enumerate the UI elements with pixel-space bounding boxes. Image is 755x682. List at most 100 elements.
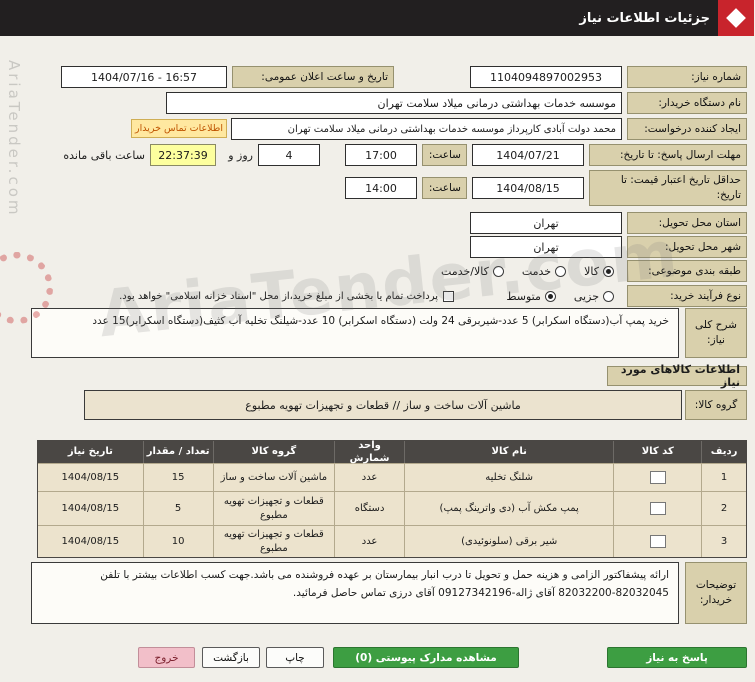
cell-row-number: 3 (702, 526, 747, 557)
radio-option-goods[interactable]: کالا (585, 265, 615, 278)
reply-deadline-label: مهلت ارسال پاسخ: تا تاریخ: (590, 144, 748, 166)
days-remaining-field: 4 (259, 144, 321, 166)
cell-item-code (614, 492, 702, 525)
purchase-process-options: جزیی متوسط (507, 285, 615, 307)
reply-deadline-time-label: ساعت: (423, 144, 468, 166)
radio-icon[interactable] (545, 290, 557, 302)
announce-datetime-label: تاریخ و ساعت اعلان عمومی: (233, 66, 395, 88)
request-creator-field[interactable]: محمد دولت آبادی کارپرداز موسسه خدمات بهد… (232, 118, 623, 140)
title-bar: جزئیات اطلاعات نیاز (0, 0, 755, 36)
exit-button[interactable]: خروج (139, 647, 196, 668)
buyer-notes-box[interactable]: ارائه پیشفاکتور الزامی و هزینه حمل و تحو… (32, 562, 680, 624)
subject-class-options: کالا خدمت کالا/خدمت (442, 260, 615, 282)
cell-need-date: 1404/08/15 (62, 535, 121, 547)
cell-row-number: 2 (702, 492, 747, 525)
radio-label: کالا/خدمت (442, 264, 490, 278)
cell-item-name: شیر برقی (سلونوئیدی) (404, 526, 614, 557)
radio-label: جزیی (574, 289, 600, 303)
header-item-code: کد کالا (614, 441, 702, 463)
goods-section-title: اطلاعات کالاهای مورد نیاز (608, 363, 748, 389)
buyer-notes-label: توضیحات خریدار: (686, 562, 748, 624)
delivery-city-field[interactable]: تهران (471, 236, 623, 258)
delivery-province-label: استان محل تحویل: (628, 212, 748, 234)
delivery-province-field[interactable]: تهران (471, 212, 623, 234)
radio-option-service[interactable]: خدمت (522, 264, 568, 278)
reply-deadline-date-field[interactable]: 1404/07/21 (473, 144, 585, 166)
header-row-number: ردیف (702, 441, 747, 463)
cell-quantity: 15 (143, 464, 214, 491)
code-input-box[interactable] (650, 502, 667, 515)
print-button[interactable]: چاپ (267, 647, 325, 668)
need-number-label: شماره نیاز: (628, 66, 748, 88)
cell-group: قطعات و تجهیزات تهویه مطبوع (213, 492, 336, 525)
price-validity-label: حداقل تاریخ اعتبار قیمت: تا تاریخ: (590, 170, 748, 206)
radio-icon[interactable] (604, 265, 615, 277)
header-item-name: نام کالا (404, 441, 614, 463)
cell-group: ماشین آلات ساخت و ساز (213, 464, 336, 491)
goods-group-value: ماشین آلات ساخت و ساز // قطعات و تجهیزات… (85, 390, 683, 420)
reply-deadline-time-field[interactable]: 17:00 (346, 144, 418, 166)
need-number-field[interactable]: 1104094897002953 (471, 66, 623, 88)
radio-icon[interactable] (493, 265, 505, 277)
radio-icon[interactable] (604, 290, 615, 302)
app-logo (719, 0, 755, 36)
price-validity-time-label: ساعت: (423, 177, 468, 199)
cell-unit: عدد (335, 464, 405, 491)
purchase-process-label: نوع فرآیند خرید: (628, 285, 748, 307)
table-row: 2 پمپ مکش آب (دی واترینگ پمپ) دستگاه قطع… (39, 491, 747, 525)
buyer-contact-link[interactable]: اطلاعات تماس خریدار (131, 119, 228, 138)
table-row: 1 شلنگ تخلیه عدد ماشین آلات ساخت و ساز 1… (39, 463, 747, 491)
announce-datetime-field[interactable]: 1404/07/16 - 16:57 (62, 66, 228, 88)
treasury-note-row: پرداخت تمام یا بخشی از مبلغ خرید،از محل … (120, 285, 455, 307)
countdown-label: ساعت باقی مانده (64, 148, 146, 162)
radio-option-goods-service[interactable]: کالا/خدمت (442, 265, 505, 278)
need-details-page: { "header": { "title": "جزئیات اطلاعات ن… (0, 0, 755, 682)
radio-option-medium[interactable]: متوسط (507, 290, 557, 303)
header-unit: واحد شمارش (335, 440, 405, 464)
radio-label: متوسط (507, 289, 542, 303)
subject-class-label: طبقه بندی موضوعی: (628, 260, 748, 282)
treasury-checkbox-icon[interactable] (444, 290, 455, 302)
goods-table-header: ردیف کد کالا نام کالا واحد شمارش گروه کا… (39, 440, 747, 464)
cell-item-code (614, 464, 702, 491)
request-creator-label: ایجاد کننده درخواست: (628, 118, 748, 140)
back-button[interactable]: بازگشت (203, 647, 261, 668)
buyer-org-field[interactable]: موسسه خدمات بهداشتی درمانی میلاد سلامت ت… (167, 92, 623, 114)
code-input-box[interactable] (650, 471, 667, 484)
days-remaining-label: روز و (229, 148, 254, 162)
treasury-note-text: پرداخت تمام یا بخشی از مبلغ خرید،از محل … (120, 290, 439, 302)
header-group: گروه کالا (213, 441, 336, 463)
need-description-box[interactable]: خرید پمپ آب(دستگاه اسکرابر) 5 عدد-شیربرق… (32, 308, 680, 358)
radio-label: خدمت (522, 264, 553, 278)
goods-group-label: گروه کالا: (686, 390, 748, 420)
view-attachments-button[interactable]: مشاهده مدارک پیوستی (0) (334, 647, 520, 668)
cell-item-name: شلنگ تخلیه (404, 464, 614, 491)
cell-item-name: پمپ مکش آب (دی واترینگ پمپ) (404, 492, 614, 525)
cell-quantity: 5 (143, 492, 214, 525)
radio-label: کالا (585, 264, 600, 278)
reply-to-need-button[interactable]: پاسخ به نیاز (608, 647, 748, 668)
delivery-city-label: شهر محل تحویل: (628, 236, 748, 258)
page-title: جزئیات اطلاعات نیاز (580, 10, 711, 26)
cell-unit: عدد (335, 526, 405, 557)
cell-need-date: 1404/08/15 (62, 502, 121, 514)
table-row: 3 شیر برقی (سلونوئیدی) عدد قطعات و تجهیز… (39, 525, 747, 557)
buyer-org-label: نام دستگاه خریدار: (628, 92, 748, 114)
need-description-label: شرح کلی نیاز: (686, 308, 748, 358)
cell-item-code (614, 526, 702, 557)
cell-need-date: 1404/08/15 (62, 471, 121, 483)
radio-option-minor[interactable]: جزیی (575, 290, 615, 303)
cell-group: قطعات و تجهیزات تهویه مطبوع (213, 526, 336, 557)
logo-icon (727, 8, 747, 28)
price-validity-time-field[interactable]: 14:00 (346, 177, 418, 199)
code-input-box[interactable] (650, 535, 667, 548)
cell-quantity: 10 (143, 526, 214, 557)
price-validity-date-field[interactable]: 1404/08/15 (473, 177, 585, 199)
watermark-side-text: AriaTender.com (6, 60, 24, 218)
cell-unit: دستگاه (335, 492, 405, 525)
radio-icon[interactable] (556, 265, 568, 277)
header-quantity: تعداد / مقدار (143, 441, 214, 463)
header-need-date: تاریخ نیاز (68, 446, 114, 458)
countdown-timer: 22:37:39 (151, 144, 217, 166)
goods-table: ردیف کد کالا نام کالا واحد شمارش گروه کا… (38, 440, 748, 558)
